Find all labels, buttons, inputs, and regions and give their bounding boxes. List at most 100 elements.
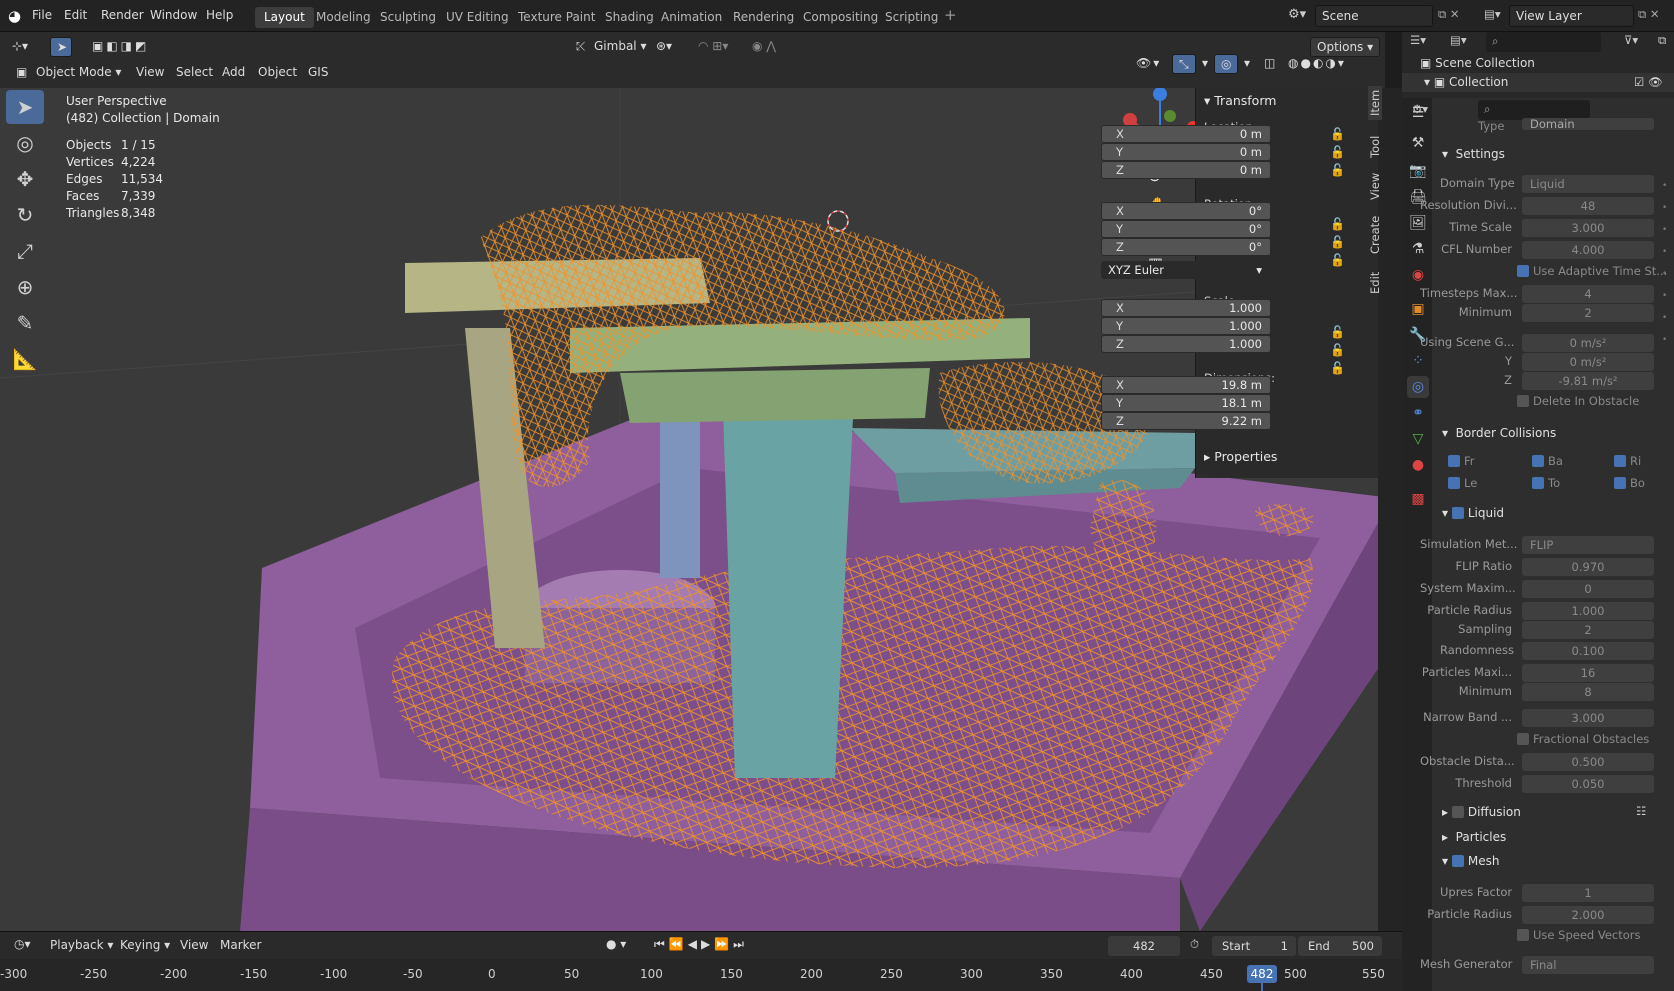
tab-view[interactable]: View: [1368, 169, 1382, 204]
menu-edit[interactable]: Edit: [64, 8, 87, 22]
mesh-generator-dropdown[interactable]: Final: [1522, 956, 1654, 974]
tab-layout[interactable]: Layout: [255, 7, 314, 28]
tab-animation[interactable]: Animation: [652, 7, 731, 28]
timeline-editor-icon[interactable]: ◷▾: [8, 935, 37, 955]
randomness-field[interactable]: 0.100: [1522, 642, 1654, 660]
scene-collection-row[interactable]: ▣ Scene Collection: [1420, 56, 1535, 70]
gizmo-dropdown-icon[interactable]: ▾: [1196, 54, 1214, 74]
dimensions-x-field[interactable]: X 19.8 m: [1101, 376, 1271, 394]
list-icon[interactable]: ☷: [1636, 804, 1646, 818]
particles-minimum-field[interactable]: 8: [1522, 683, 1654, 701]
material-props-icon[interactable]: ●: [1407, 454, 1429, 476]
particles-maximum-field[interactable]: 16: [1522, 664, 1654, 682]
playback-controls-icons[interactable]: ⏮⏪◀▶⏩⏭: [648, 935, 754, 955]
data-props-icon[interactable]: ▽: [1407, 428, 1429, 450]
menu-object[interactable]: Object: [252, 63, 303, 83]
system-maximum-field[interactable]: 0: [1522, 580, 1654, 598]
menu-help[interactable]: Help: [206, 8, 233, 22]
scale-x-field[interactable]: X 1.000: [1101, 299, 1271, 317]
collection-row[interactable]: ▾ ▣ Collection: [1424, 75, 1508, 89]
flip-ratio-field[interactable]: 0.970: [1522, 558, 1654, 576]
constraints-props-icon[interactable]: ⚭: [1407, 402, 1429, 424]
editor-type-icon[interactable]: ⊹▾: [6, 37, 34, 57]
cursor-tool-icon[interactable]: ◎: [6, 126, 44, 160]
gravity-z-field[interactable]: -9.81 m/s²: [1522, 372, 1654, 390]
move-tool-icon[interactable]: ✥: [6, 162, 44, 196]
gizmo-toggle-icon[interactable]: ⤡: [1172, 54, 1196, 74]
menu-gis[interactable]: GIS: [302, 63, 334, 83]
tab-item[interactable]: Item: [1368, 85, 1382, 120]
settings-section-header[interactable]: ▾ Settings: [1442, 147, 1505, 161]
particles-props-icon[interactable]: ⁘: [1407, 350, 1429, 372]
diffusion-section-header[interactable]: ▸ Diffusion: [1442, 805, 1521, 819]
scale-z-field[interactable]: Z 1.000: [1101, 335, 1271, 353]
menu-add[interactable]: Add: [216, 63, 251, 83]
timeline-ruler[interactable]: -300 -250 -200 -150 -100 -50 0 50 100 15…: [0, 959, 1402, 991]
mesh-section-header[interactable]: ▾ Mesh: [1442, 854, 1499, 868]
menu-file[interactable]: File: [32, 8, 52, 22]
rotation-mode-dropdown[interactable]: XYZ Euler ▾: [1101, 261, 1271, 279]
type-dropdown[interactable]: Domain: [1522, 118, 1654, 130]
add-workspace-icon[interactable]: +: [944, 6, 957, 24]
new-collection-icon[interactable]: ⧉: [1658, 33, 1666, 48]
simulation-method-dropdown[interactable]: FLIP: [1522, 536, 1654, 554]
end-frame-field[interactable]: End 500: [1298, 936, 1382, 956]
narrow-band-field[interactable]: 3.000: [1522, 709, 1654, 727]
select-tool-icon[interactable]: ➤: [50, 37, 72, 57]
menu-playback[interactable]: Playback ▾: [44, 936, 119, 956]
location-y-field[interactable]: Y0 m: [1101, 143, 1271, 161]
selection-mode-icons[interactable]: ▣◧◨◩: [86, 37, 155, 57]
scale-y-field[interactable]: Y 1.000: [1101, 317, 1271, 335]
menu-select[interactable]: Select: [170, 63, 219, 83]
location-x-field[interactable]: X0 m: [1101, 125, 1271, 143]
liquid-section-header[interactable]: ▾ Liquid: [1442, 506, 1504, 520]
adaptive-time-checkbox[interactable]: Use Adaptive Time St...: [1517, 264, 1667, 278]
scene-props-icon[interactable]: ⚗: [1407, 238, 1429, 260]
tool-props-icon[interactable]: ⚒: [1407, 132, 1429, 154]
tab-sculpting[interactable]: Sculpting: [371, 7, 445, 28]
location-z-field[interactable]: Z0 m: [1101, 161, 1271, 179]
dimensions-y-field[interactable]: Y 18.1 m: [1101, 394, 1271, 412]
tab-uv-editing[interactable]: UV Editing: [437, 7, 518, 28]
border-top-checkbox[interactable]: To: [1532, 476, 1560, 490]
upres-factor-field[interactable]: 1: [1522, 884, 1654, 902]
properties-search-input[interactable]: ⌕: [1478, 100, 1590, 120]
new-view-layer-icon[interactable]: ⧉ ✕: [1638, 7, 1660, 22]
timesteps-max-field[interactable]: 4: [1522, 285, 1654, 303]
particle-radius-field[interactable]: 1.000: [1522, 602, 1654, 620]
time-scale-field[interactable]: 3.000: [1522, 219, 1654, 237]
transform-tool-icon[interactable]: ⊕: [6, 270, 44, 304]
overlay-dropdown-icon[interactable]: ▾: [1238, 54, 1256, 74]
gravity-x-field[interactable]: 0 m/s²: [1522, 334, 1654, 352]
dimensions-z-field[interactable]: Z 9.22 m: [1101, 412, 1271, 430]
current-frame-field[interactable]: 482: [1108, 936, 1180, 956]
tab-edit[interactable]: Edit: [1368, 268, 1382, 298]
border-collisions-header[interactable]: ▾ Border Collisions: [1442, 426, 1556, 440]
object-mode-dropdown[interactable]: Object Mode ▾: [30, 63, 127, 83]
speed-vectors-checkbox[interactable]: Use Speed Vectors: [1517, 928, 1640, 942]
threshold-field[interactable]: 0.050: [1522, 775, 1654, 793]
view-layer-props-icon[interactable]: 🖼: [1407, 212, 1429, 234]
menu-timeline-view[interactable]: View: [174, 936, 214, 956]
menu-window[interactable]: Window: [150, 8, 197, 22]
cfl-number-field[interactable]: 4.000: [1522, 241, 1654, 259]
proportional-edit-icon[interactable]: ◉ ⋀: [746, 37, 782, 57]
physics-props-icon[interactable]: ◎: [1407, 376, 1429, 398]
tab-tool[interactable]: Tool: [1368, 132, 1382, 162]
world-props-icon[interactable]: ◉: [1407, 264, 1429, 286]
menu-marker[interactable]: Marker: [214, 936, 267, 956]
properties-panel-title[interactable]: ▸ Properties: [1204, 449, 1277, 464]
orientation-dropdown[interactable]: Gimbal ▾: [588, 37, 652, 57]
sampling-field[interactable]: 2: [1522, 621, 1654, 639]
border-bottom-checkbox[interactable]: Bo: [1614, 476, 1645, 490]
tab-rendering[interactable]: Rendering: [724, 7, 803, 28]
object-props-icon[interactable]: ▣: [1407, 298, 1429, 320]
timesteps-min-field[interactable]: 2: [1522, 304, 1654, 322]
rotate-tool-icon[interactable]: ↻: [6, 198, 44, 232]
fractional-obstacles-checkbox[interactable]: Fractional Obstacles: [1517, 732, 1649, 746]
mesh-particle-radius-field[interactable]: 2.000: [1522, 906, 1654, 924]
playhead[interactable]: 482: [1247, 965, 1277, 983]
border-front-checkbox[interactable]: Fr: [1448, 454, 1475, 468]
menu-render[interactable]: Render: [101, 8, 144, 22]
overlay-toggle-icon[interactable]: ◎: [1214, 54, 1239, 74]
